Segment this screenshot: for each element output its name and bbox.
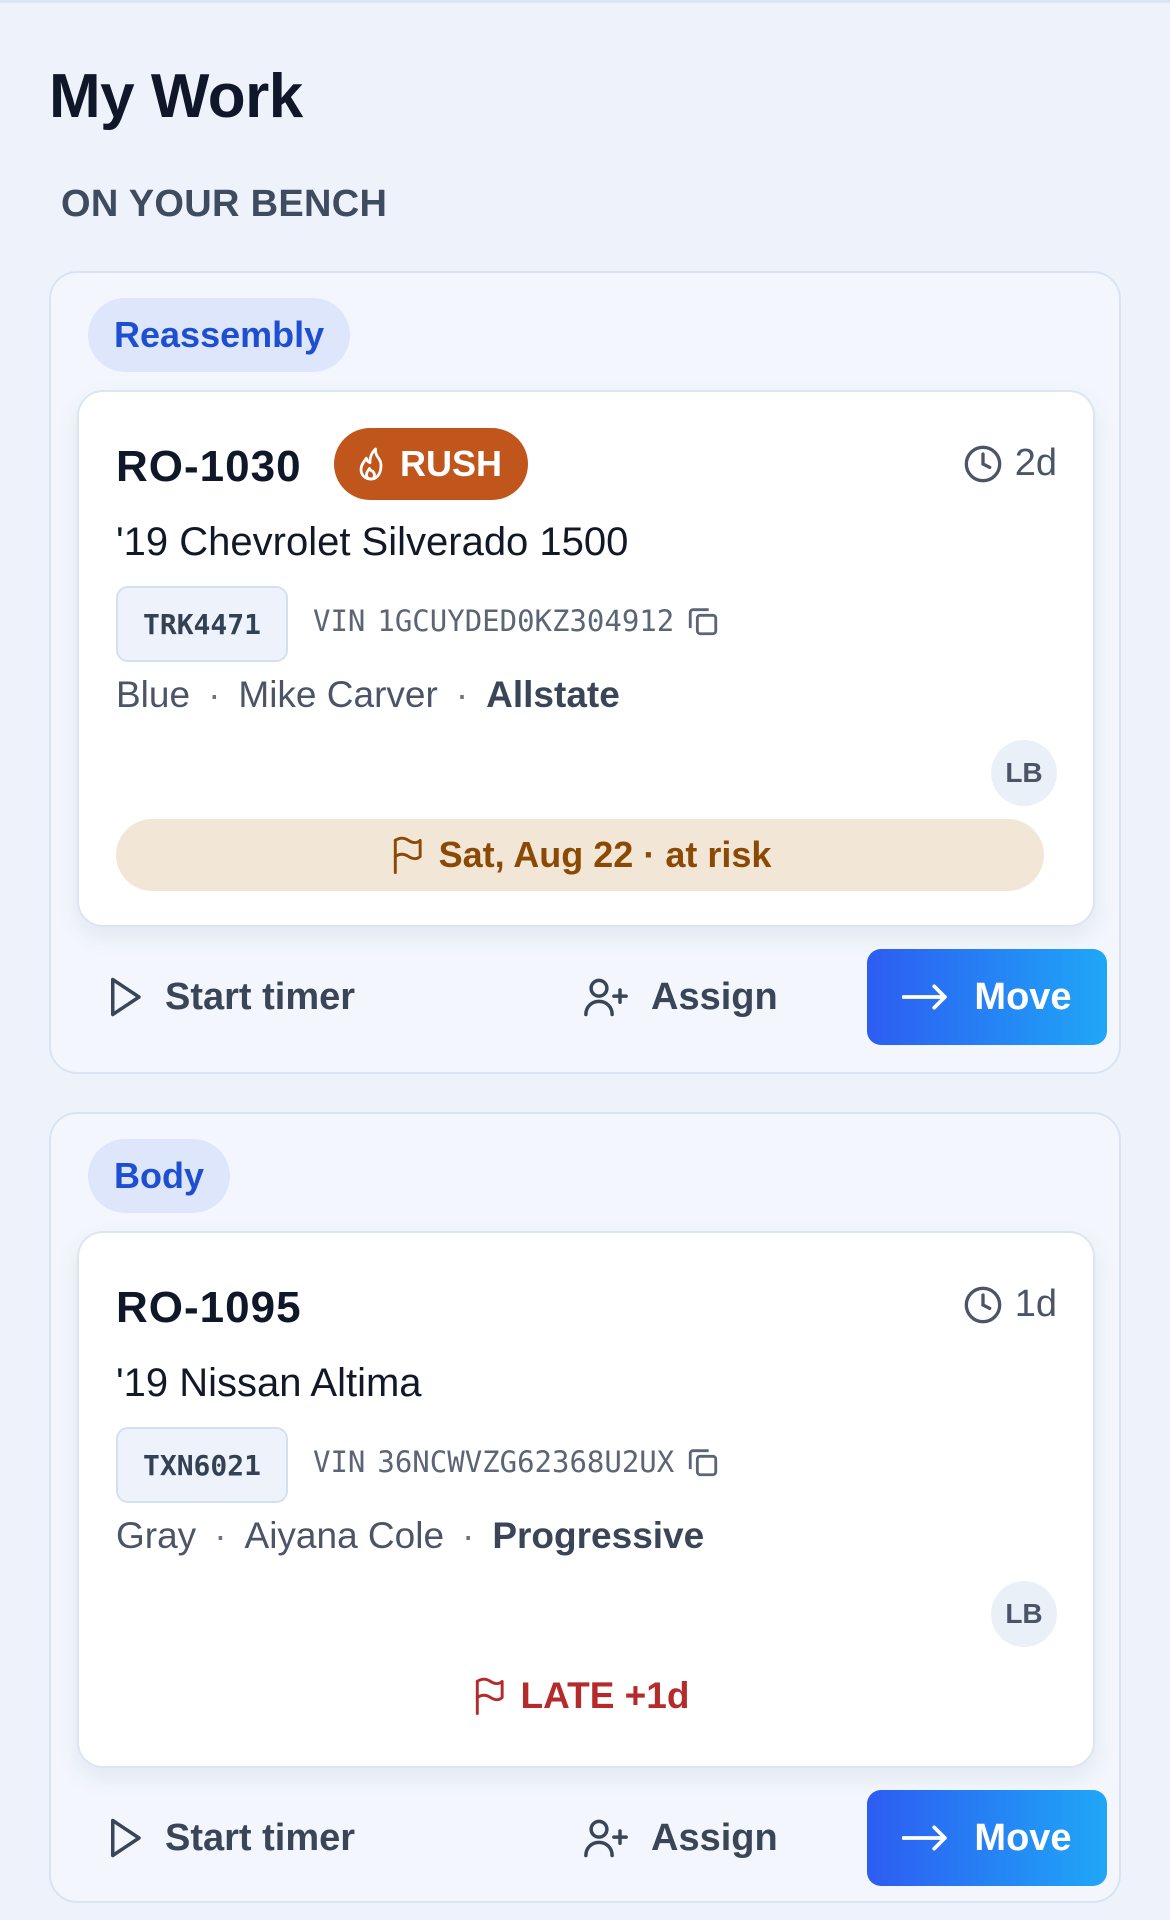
- vin-label: VIN: [313, 1445, 366, 1479]
- play-icon: [107, 976, 143, 1018]
- start-timer-label: Start timer: [165, 975, 356, 1018]
- assign-label: Assign: [651, 975, 778, 1018]
- insurer-name: Allstate: [486, 674, 620, 715]
- clock-icon: [963, 444, 1003, 484]
- late-status-text: LATE +1d: [520, 1675, 690, 1716]
- vehicle-name: '19 Nissan Altima: [116, 1361, 422, 1405]
- insurer-name: Progressive: [492, 1515, 705, 1556]
- play-icon: [107, 1817, 143, 1859]
- vehicle-color: Gray: [116, 1515, 197, 1556]
- license-plate: TRK4471: [116, 586, 288, 662]
- move-label: Move: [974, 1816, 1072, 1859]
- page-title: My Work: [49, 62, 303, 131]
- section-label: ON YOUR BENCH: [61, 183, 388, 225]
- stage-pill: Reassembly: [88, 298, 351, 372]
- user-plus-icon: [583, 1817, 629, 1859]
- move-label: Move: [974, 975, 1072, 1018]
- move-button[interactable]: Move: [867, 949, 1107, 1045]
- rush-label: RUSH: [400, 443, 503, 484]
- assign-label: Assign: [651, 1816, 778, 1859]
- license-plate: TXN6021: [116, 1427, 288, 1503]
- flag-icon: [471, 1677, 507, 1715]
- arrow-right-icon: [902, 1825, 948, 1851]
- copy-icon[interactable]: [686, 604, 720, 638]
- stage-pill: Body: [88, 1139, 230, 1213]
- copy-icon[interactable]: [686, 1445, 720, 1479]
- flame-icon: [356, 446, 386, 482]
- age-value: 2d: [1014, 442, 1057, 484]
- stage-group-reassembly: Reassembly RO-1030 RUSH 2d '19 Chevrolet…: [49, 271, 1121, 1074]
- age-indicator: 1d: [963, 1283, 1057, 1326]
- ro-number: RO-1030: [116, 442, 302, 491]
- repair-order-card[interactable]: RO-1030 RUSH 2d '19 Chevrolet Silverado …: [77, 390, 1095, 927]
- customer-name: Aiyana Cole: [244, 1515, 445, 1556]
- start-timer-label: Start timer: [165, 1816, 356, 1859]
- late-status: LATE +1d: [116, 1660, 1044, 1732]
- assignee-avatar[interactable]: LB: [991, 740, 1057, 806]
- assignee-avatar[interactable]: LB: [991, 1581, 1057, 1647]
- card-actions: Start timer Assign Move: [77, 949, 1107, 1047]
- due-date-pill: Sat, Aug 22 · at risk: [116, 819, 1044, 891]
- repair-order-card[interactable]: RO-1095 1d '19 Nissan Altima TXN6021 VIN…: [77, 1231, 1095, 1768]
- due-date-text: Sat, Aug 22 · at risk: [438, 834, 772, 875]
- age-indicator: 2d: [963, 442, 1057, 485]
- vin-value: 1GCUYDED0KZ304912: [377, 604, 675, 638]
- vehicle-meta: Blue · Mike Carver · Allstate: [116, 674, 620, 715]
- vin-value: 36NCWVZG62368U2UX: [377, 1445, 675, 1479]
- start-timer-button[interactable]: Start timer: [107, 949, 355, 1045]
- rush-badge: RUSH: [334, 428, 529, 500]
- move-button[interactable]: Move: [867, 1790, 1107, 1886]
- age-value: 1d: [1014, 1283, 1057, 1325]
- vin-row: VIN 36NCWVZG62368U2UX: [313, 1445, 720, 1479]
- assign-button[interactable]: Assign: [583, 1790, 778, 1886]
- vehicle-name: '19 Chevrolet Silverado 1500: [116, 520, 629, 564]
- start-timer-button[interactable]: Start timer: [107, 1790, 355, 1886]
- vin-row: VIN 1GCUYDED0KZ304912: [313, 604, 720, 638]
- flag-icon: [389, 836, 425, 874]
- vehicle-meta: Gray · Aiyana Cole · Progressive: [116, 1515, 705, 1556]
- stage-group-body: Body RO-1095 1d '19 Nissan Altima TXN602…: [49, 1112, 1121, 1903]
- ro-number: RO-1095: [116, 1283, 302, 1332]
- user-plus-icon: [583, 976, 629, 1018]
- arrow-right-icon: [902, 984, 948, 1010]
- customer-name: Mike Carver: [238, 674, 438, 715]
- assign-button[interactable]: Assign: [583, 949, 778, 1045]
- vehicle-color: Blue: [116, 674, 191, 715]
- card-actions: Start timer Assign Move: [77, 1790, 1107, 1888]
- clock-icon: [963, 1285, 1003, 1325]
- vin-label: VIN: [313, 604, 366, 638]
